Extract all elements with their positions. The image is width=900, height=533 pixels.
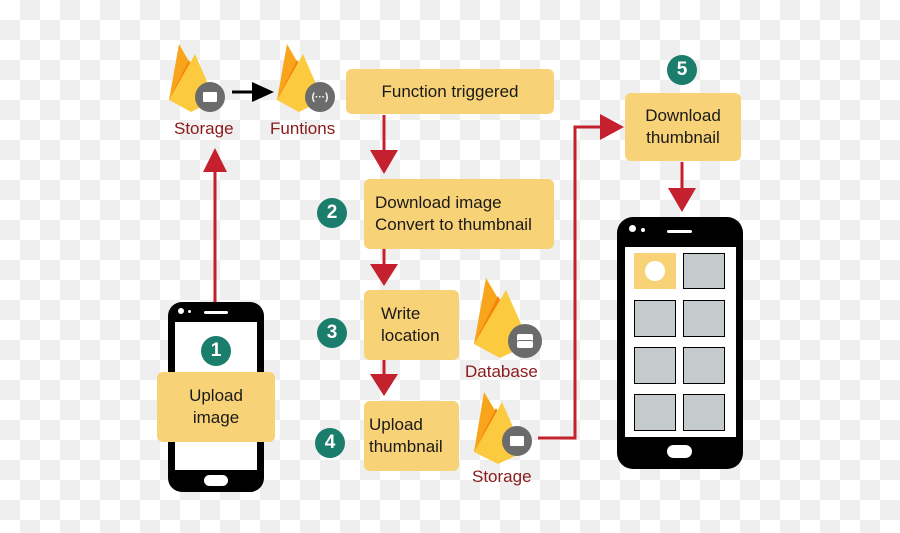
storage-top-label: Storage (174, 119, 234, 138)
thumbnail[interactable] (683, 394, 725, 431)
database-node (470, 276, 546, 371)
step5-box: Download thumbnail (625, 93, 741, 161)
thumbnail[interactable] (634, 347, 676, 384)
step5-label: Download thumbnail (645, 106, 721, 147)
thumbnail[interactable] (683, 300, 725, 337)
thumbnail[interactable] (634, 300, 676, 337)
thumbnail[interactable] (634, 394, 676, 431)
folder-image-icon (502, 426, 532, 456)
arrow-upload-to-storage (203, 148, 227, 302)
functions-node: (···) (273, 42, 337, 123)
function-triggered-label: Function triggered (381, 81, 519, 101)
arrow-storage-to-functions (232, 82, 274, 102)
step-badge-3: 3 (317, 318, 347, 348)
thumbnail[interactable] (683, 347, 725, 384)
step4-label: Upload thumbnail (369, 415, 443, 456)
step-badge-5: 5 (667, 55, 697, 85)
step1-label: Upload image (189, 386, 243, 427)
arrow-download-to-phone (668, 162, 696, 212)
step-badge-1: 1 (201, 336, 231, 366)
braces-icon: (···) (305, 82, 335, 112)
thumbnail-selected[interactable] (634, 253, 676, 289)
step2-box: Download image Convert to thumbnail (364, 179, 554, 249)
function-triggered-box: Function triggered (346, 69, 554, 114)
storage-top-node (165, 42, 229, 123)
arrow-step3-to-step4 (370, 360, 398, 396)
step-badge-2: 2 (317, 198, 347, 228)
thumbnail-grid (625, 247, 736, 437)
step3-label: Write location (381, 304, 440, 345)
viewer-phone (617, 217, 743, 469)
arrow-storage-to-download (538, 114, 624, 440)
functions-label: Funtions (270, 119, 336, 138)
step-badge-4: 4 (315, 428, 345, 458)
server-icon (508, 324, 542, 358)
folder-image-icon (195, 82, 225, 112)
step1-box: Upload image (157, 372, 275, 442)
arrow-trigger-to-step2 (370, 115, 398, 174)
database-label: Database (465, 362, 538, 381)
storage-bottom-node (470, 390, 540, 475)
step2-label: Download image Convert to thumbnail (375, 193, 532, 234)
step4-box: Upload thumbnail (364, 401, 459, 471)
thumbnail[interactable] (683, 253, 725, 289)
arrow-step2-to-step3 (370, 248, 398, 286)
storage-bottom-label: Storage (472, 467, 532, 486)
step3-box: Write location (364, 290, 459, 360)
